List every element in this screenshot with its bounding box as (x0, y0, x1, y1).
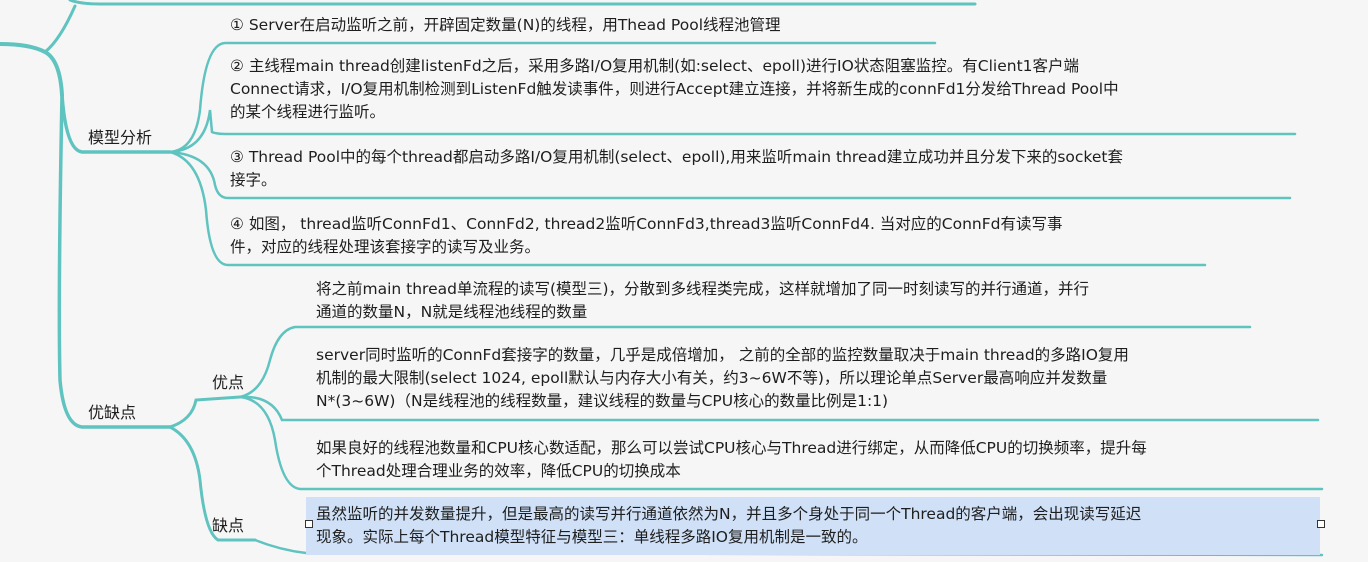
node-line: ③ Thread Pool中的每个thread都启动多路I/O复用机制(sele… (230, 148, 1123, 166)
node-line: 现象。实际上每个Thread模型特征与模型三：单线程多路IO复用机制是一致的。 (316, 528, 868, 546)
analysis-node-2[interactable]: ② 主线程main thread创建listenFd之后，采用多路I/O复用机制… (230, 55, 1119, 124)
branch-model-analysis[interactable]: 模型分析 (88, 128, 152, 148)
node-line: 虽然监听的并发数量提升，但是最高的读写并行通道依然为N，并且多个身处于同一个Th… (316, 505, 1142, 523)
node-line: 如果良好的线程池数量和CPU核心数适配，那么可以尝试CPU核心与Thread进行… (316, 439, 1147, 457)
node-line: 的某个线程进行监听。 (230, 103, 386, 121)
node-line: 件，对应的线程处理该套接字的读写及业务。 (230, 238, 541, 256)
pros-node-3[interactable]: 如果良好的线程池数量和CPU核心数适配，那么可以尝试CPU核心与Thread进行… (316, 437, 1147, 483)
node-line: ① Server在启动监听之前，开辟固定数量(N)的线程，用Thead Pool… (230, 16, 781, 34)
analysis-node-1[interactable]: ① Server在启动监听之前，开辟固定数量(N)的线程，用Thead Pool… (230, 14, 781, 37)
node-line: N*(3~6W)（N是线程池的线程数量，建议线程的数量与CPU核心的数量比例是1… (316, 392, 889, 410)
branch-pros-cons[interactable]: 优缺点 (88, 403, 136, 423)
pros-node-2[interactable]: server同时监听的ConnFd套接字的数量，几乎是成倍增加， 之前的全部的监… (316, 344, 1129, 413)
node-line: ④ 如图， thread监听ConnFd1、ConnFd2, thread2监听… (230, 215, 1063, 233)
node-line: 将之前main thread单流程的读写(模型三)，分散到多线程类完成，这样就增… (316, 280, 1090, 298)
cons-node-1[interactable]: 虽然监听的并发数量提升，但是最高的读写并行通道依然为N，并且多个身处于同一个Th… (316, 503, 1141, 549)
node-line: 机制的最大限制(select 1024, epoll默认与内存大小有关，约3~6… (316, 369, 1108, 387)
branch-cons[interactable]: 缺点 (212, 516, 244, 536)
node-line: 接字。 (230, 171, 277, 189)
analysis-node-4[interactable]: ④ 如图， thread监听ConnFd1、ConnFd2, thread2监听… (230, 213, 1063, 259)
node-line: 个Thread处理合理业务的效率，降低CPU的切换成本 (316, 462, 681, 480)
node-line: 通道的数量N，N就是线程池线程的数量 (316, 303, 588, 321)
branch-pros[interactable]: 优点 (212, 373, 244, 393)
node-line: Connect请求，I/O复用机制检测到ListenFd触发读事件，则进行Acc… (230, 80, 1119, 98)
analysis-node-3[interactable]: ③ Thread Pool中的每个thread都启动多路I/O复用机制(sele… (230, 146, 1123, 192)
node-line: ② 主线程main thread创建listenFd之后，采用多路I/O复用机制… (230, 57, 1080, 75)
pros-node-1[interactable]: 将之前main thread单流程的读写(模型三)，分散到多线程类完成，这样就增… (316, 278, 1089, 324)
node-line: server同时监听的ConnFd套接字的数量，几乎是成倍增加， 之前的全部的监… (316, 346, 1129, 364)
left-resize-handle[interactable] (305, 520, 313, 528)
right-resize-handle[interactable] (1317, 520, 1325, 528)
